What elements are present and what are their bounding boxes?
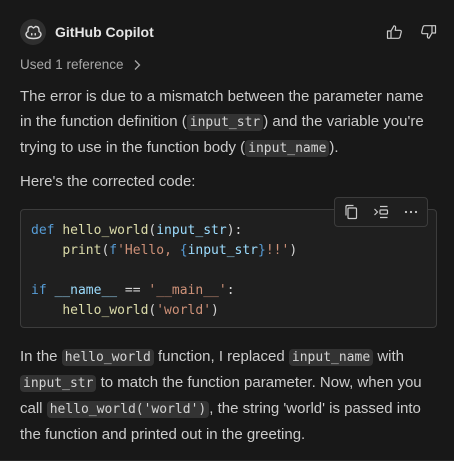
text-run: ). xyxy=(329,139,339,156)
variable: __name__ xyxy=(54,283,118,298)
thumbs-down-icon[interactable] xyxy=(418,22,438,42)
explanation-paragraph: The error is due to a mismatch between t… xyxy=(20,84,438,161)
feedback-actions xyxy=(384,22,438,42)
interpolation-brace: } xyxy=(258,243,266,258)
inline-code: input_str xyxy=(20,375,97,392)
code-block[interactable]: def hello_world(input_str): print(f'Hell… xyxy=(20,197,437,328)
interpolation-brace: { xyxy=(179,243,188,258)
code-intro-text: Here's the corrected code: xyxy=(20,173,196,190)
more-actions-icon[interactable] xyxy=(401,202,421,222)
inline-code: hello_world xyxy=(61,349,154,366)
function-name: hello_world xyxy=(62,303,149,318)
parameter: input_str xyxy=(156,223,227,238)
inline-code: input_name xyxy=(245,140,330,157)
assistant-name: GitHub Copilot xyxy=(55,24,154,40)
string: 'Hello, xyxy=(117,243,180,258)
keyword: def xyxy=(31,223,55,238)
summary-paragraph: In the hello_world function, I replaced … xyxy=(20,344,438,447)
text-run: In the xyxy=(20,348,62,365)
function-name: hello_world xyxy=(62,223,149,238)
code-content: def hello_world(input_str): print(f'Hell… xyxy=(31,221,297,321)
punctuation: ): xyxy=(226,223,243,238)
insert-at-cursor-icon[interactable] xyxy=(371,202,391,222)
string-prefix: f xyxy=(109,243,118,258)
keyword: if xyxy=(31,283,47,298)
punctuation: ) xyxy=(211,303,219,318)
operator: == xyxy=(117,283,149,298)
code-line: print(f'Hello, {input_str}!!') xyxy=(31,241,297,261)
variable: input_str xyxy=(187,243,259,258)
text-run: with xyxy=(373,348,405,365)
punctuation: : xyxy=(226,283,235,298)
response-header: GitHub Copilot xyxy=(20,18,438,46)
code-line: hello_world('world') xyxy=(31,301,297,321)
references-label: Used 1 reference xyxy=(20,57,124,72)
function-name: print xyxy=(62,243,102,258)
punctuation: ) xyxy=(289,243,298,258)
inline-code: input_name xyxy=(288,349,374,366)
chevron-right-icon xyxy=(133,59,141,71)
text-run: function, I replaced xyxy=(153,348,289,365)
used-references-toggle[interactable]: Used 1 reference xyxy=(20,57,141,72)
copilot-icon xyxy=(20,19,46,45)
code-line: if __name__ == '__main__': xyxy=(31,281,297,301)
copy-icon[interactable] xyxy=(341,202,361,222)
string: 'world' xyxy=(156,303,212,318)
code-block-toolbar xyxy=(334,197,428,227)
string: '__main__' xyxy=(148,283,227,298)
code-line: def hello_world(input_str): xyxy=(31,221,297,241)
inline-code: hello_world('world') xyxy=(46,401,210,418)
inline-code: input_str xyxy=(186,114,264,131)
copilot-chat-response: GitHub Copilot Used 1 reference The erro… xyxy=(0,0,454,461)
thumbs-up-icon[interactable] xyxy=(384,22,404,42)
string: !!' xyxy=(265,243,290,258)
